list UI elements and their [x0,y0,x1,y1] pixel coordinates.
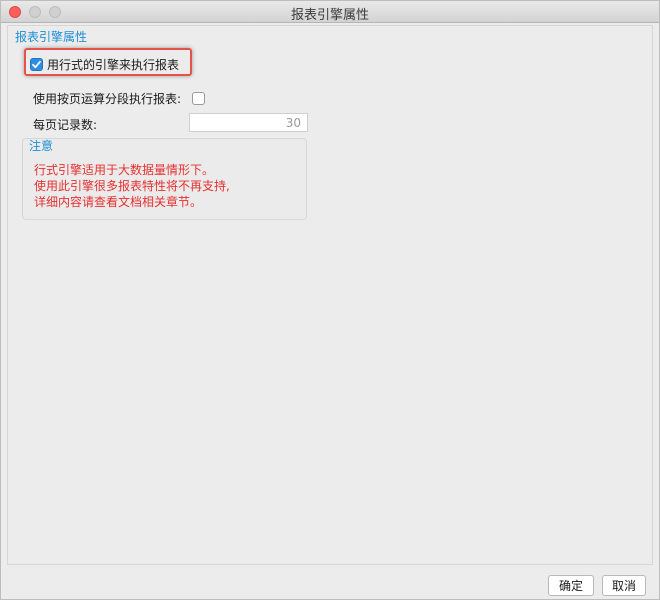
records-per-page-label: 每页记录数: [33,118,98,132]
window-title: 报表引擎属性 [290,8,369,23]
paged-exec-checkbox[interactable] [192,92,206,105]
dialog-window: 报表引擎属性 报表引擎属性 用行式的引擎来执行报表 使用按页运算分段执行报表: … [0,0,660,600]
note-line: 行式引擎适用于大数据量情形下。 [34,163,215,177]
note-title: 注意 [29,139,54,153]
cancel-button[interactable]: 取消 [602,575,646,596]
engine-properties-panel: 报表引擎属性 用行式的引擎来执行报表 使用按页运算分段执行报表: 每页记录数: … [7,25,653,565]
paged-exec-label: 使用按页运算分段执行报表: [33,92,182,106]
section-title: 报表引擎属性 [15,30,88,44]
note-text: 行式引擎适用于大数据量情形下。 使用此引擎很多报表特性将不再支持, 详细内容请查… [34,162,230,210]
checkmark-icon [32,60,41,69]
paged-exec-option: 使用按页运算分段执行报表: [33,90,206,107]
note-line: 详细内容请查看文档相关章节。 [34,195,203,209]
note-panel: 注意 行式引擎适用于大数据量情形下。 使用此引擎很多报表特性将不再支持, 详细内… [22,138,307,220]
ok-button[interactable]: 确定 [548,575,594,596]
row-engine-option[interactable]: 用行式的引擎来执行报表 [30,56,179,73]
row-engine-label[interactable]: 用行式的引擎来执行报表 [47,56,179,73]
records-per-page-input[interactable] [189,113,308,132]
row-engine-checkbox[interactable] [30,58,43,71]
note-line: 使用此引擎很多报表特性将不再支持, [34,179,230,193]
records-per-page-row: 每页记录数: [33,116,97,133]
title-bar: 报表引擎属性 [1,1,659,23]
